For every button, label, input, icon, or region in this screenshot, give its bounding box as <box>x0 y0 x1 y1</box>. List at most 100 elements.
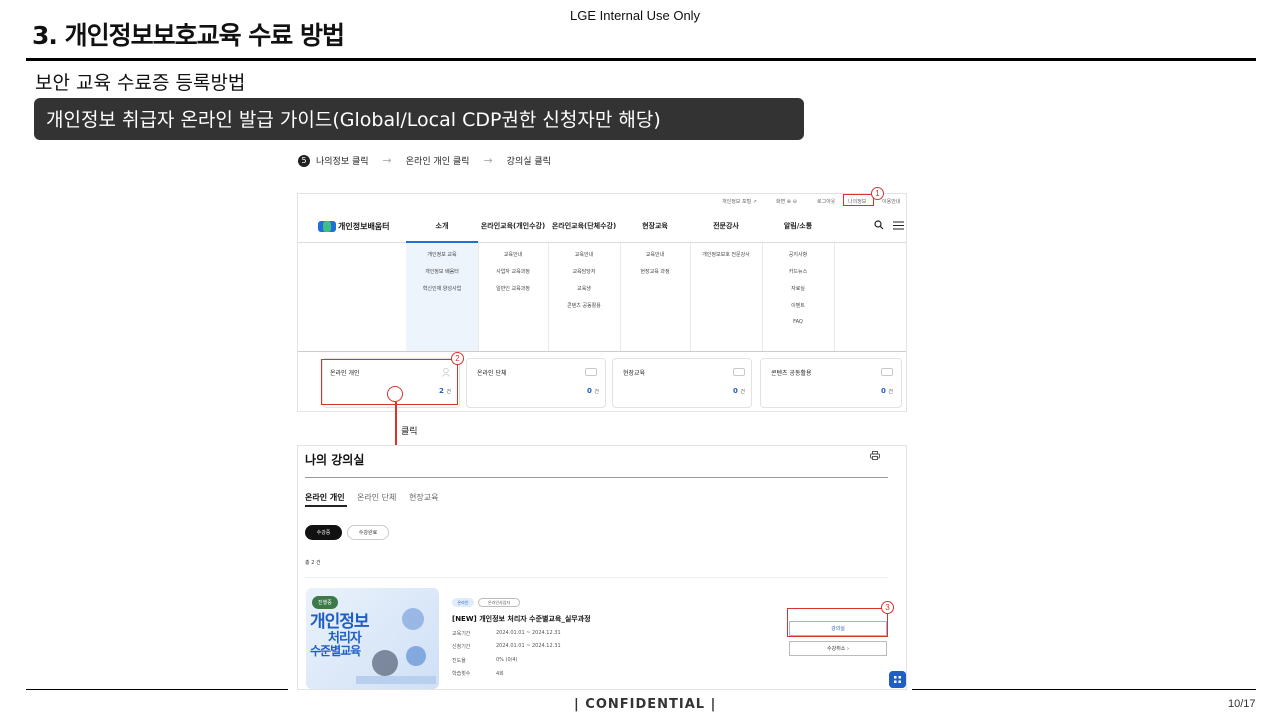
card-count-value: 0 <box>733 387 738 395</box>
tab-online-individual[interactable]: 온라인 개인 <box>305 492 345 503</box>
menu-bottom-divider <box>298 351 906 352</box>
filter-completed[interactable]: 수강완료 <box>347 525 389 540</box>
total-count: 총 2 건 <box>305 560 321 566</box>
submenu-item[interactable]: 자료실 <box>762 285 834 292</box>
card-count-unit: 건 <box>888 389 893 395</box>
submenu-item[interactable]: 사업자 교육과정 <box>478 268 548 275</box>
menu-icon[interactable] <box>893 221 904 230</box>
logo-icon <box>318 221 336 232</box>
nav-online-group[interactable]: 온라인교육(단체수강) <box>548 221 620 231</box>
submenu-divider <box>834 243 835 351</box>
classroom-screenshot: 나의 강의실 온라인 개인 온라인 단체 현장교육 수강중 수강완료 총 2 건… <box>297 445 907 690</box>
card-count: 0 건 <box>733 387 745 395</box>
board-icon <box>733 368 745 376</box>
nav-active-indicator <box>406 241 478 243</box>
title-divider <box>26 58 1256 61</box>
thumbnail-figure <box>356 676 436 684</box>
submenu-item[interactable]: 개인정보보호 전문강사 <box>690 251 762 258</box>
meta-value: 4회 <box>496 671 504 677</box>
thumbnail-figure <box>402 608 424 630</box>
card-count-value: 0 <box>587 387 592 395</box>
callout-badge-1: 1 <box>871 187 884 200</box>
dashboard-card-online-group[interactable]: 온라인 단체 0 건 <box>466 358 606 408</box>
submenu-divider <box>762 243 763 351</box>
submenu-item[interactable]: 개인정보 배움터 <box>406 268 478 275</box>
submenu-item[interactable]: 교육담당자 <box>548 268 620 275</box>
section-subtitle: 보안 교육 수료증 등록방법 <box>35 72 246 94</box>
nav-notice[interactable]: 알림/소통 <box>762 221 834 231</box>
submenu-active-column <box>406 243 478 351</box>
course-title[interactable]: [NEW] 개인정보 처리자 수준별교육_실무과정 <box>452 614 591 624</box>
group-icon <box>585 368 597 376</box>
page-number: 10/17 <box>1228 698 1256 710</box>
meta-value: 0% (0/4) <box>496 657 518 663</box>
grid-menu-icon[interactable] <box>889 671 906 688</box>
card-label: 콘텐츠 공동활용 <box>771 370 812 377</box>
course-thumbnail[interactable]: 진행중 개인정보 처리자 수준별교육 <box>306 588 439 689</box>
filter-in-progress[interactable]: 수강중 <box>305 525 342 540</box>
submenu-item[interactable]: 공지사항 <box>762 251 834 258</box>
submenu-divider <box>548 243 549 351</box>
submenu-divider <box>690 243 691 351</box>
nav-intro[interactable]: 소개 <box>406 221 478 231</box>
submenu-item[interactable]: 교육안내 <box>548 251 620 258</box>
share-icon <box>881 368 893 376</box>
submenu-divider <box>620 243 621 351</box>
nav-online-individual[interactable]: 온라인교육(개인수강) <box>478 221 548 231</box>
meta-label: 신청기간 <box>452 644 471 650</box>
submenu-item[interactable]: 일반인 교육과정 <box>478 285 548 292</box>
step-classroom: 강의실 클릭 <box>506 157 551 167</box>
footer-divider <box>912 689 1256 690</box>
util-zoom-controls[interactable]: 화면 ⊕ ⊖ <box>776 198 797 205</box>
course-tag: 온라인사업자 <box>478 598 520 607</box>
card-label: 현장교육 <box>623 370 646 377</box>
submenu-item[interactable]: 교육생 <box>548 285 620 292</box>
card-count-unit: 건 <box>740 389 745 395</box>
submenu-item[interactable]: 혁신인재 양성사업 <box>406 285 478 292</box>
arrow-right-icon: → <box>483 154 493 167</box>
callout-box-my-info <box>843 194 874 206</box>
step-sequence: 5 나의정보 클릭 → 온라인 개인 클릭 → 강의실 클릭 <box>298 154 551 167</box>
classroom-divider <box>305 477 888 478</box>
status-badge: 진행중 <box>312 596 338 609</box>
submenu-item[interactable]: 개인정보 교육 <box>406 251 478 258</box>
nav-instructor[interactable]: 전문강사 <box>690 221 762 231</box>
print-icon[interactable] <box>870 451 880 460</box>
cancel-enrollment-button[interactable]: 수강취소 › <box>789 641 887 656</box>
submenu-item[interactable]: 교육안내 <box>478 251 548 258</box>
thumbnail-line: 수준별교육 <box>310 644 361 659</box>
tab-active-indicator <box>305 505 347 507</box>
submenu-item[interactable]: FAQ <box>762 319 834 325</box>
submenu-item[interactable]: 카드뉴스 <box>762 268 834 275</box>
course-tag: 온라인 <box>452 598 474 607</box>
submenu-item[interactable]: 현장교육 과정 <box>620 268 690 275</box>
slide-title: 3. 개인정보보호교육 수료 방법 <box>32 21 345 50</box>
submenu-item[interactable]: 교육안내 <box>620 251 690 258</box>
confidential-label: | CONFIDENTIAL | <box>574 697 717 712</box>
click-indicator <box>387 386 403 402</box>
submenu-item[interactable]: 콘텐츠 공동활용 <box>548 302 620 309</box>
thumbnail-line: 개인정보 <box>310 612 370 632</box>
nav-field-education[interactable]: 현장교육 <box>620 221 690 231</box>
util-logout[interactable]: 로그아웃 <box>817 198 835 205</box>
card-count-value: 0 <box>881 387 886 395</box>
util-link-portal[interactable]: 개인정보 포털 ↗ <box>722 198 757 205</box>
footer-divider <box>26 689 288 690</box>
card-label: 온라인 단체 <box>477 370 507 377</box>
tab-online-group[interactable]: 온라인 단체 <box>357 492 396 503</box>
util-guide[interactable]: 이용안내 <box>882 198 900 205</box>
callout-box-classroom <box>787 608 888 637</box>
thumbnail-title: 개인정보 처리자 수준별교육 <box>310 612 370 659</box>
dashboard-card-field[interactable]: 현장교육 0 건 <box>612 358 752 408</box>
callout-badge-3: 3 <box>881 601 894 614</box>
meta-label: 학습횟수 <box>452 671 471 677</box>
classroom-title: 나의 강의실 <box>305 453 365 467</box>
search-icon[interactable] <box>874 220 884 230</box>
site-logo[interactable]: 개인정보배움터 <box>338 221 390 232</box>
submenu-item[interactable]: 이벤트 <box>762 302 834 309</box>
tab-field-education[interactable]: 현장교육 <box>409 492 438 503</box>
dashboard-card-content[interactable]: 콘텐츠 공동활용 0 건 <box>760 358 902 408</box>
step-online-individual: 온라인 개인 클릭 <box>405 157 470 167</box>
meta-label: 진도율 <box>452 658 466 664</box>
submenu-divider <box>478 243 479 351</box>
